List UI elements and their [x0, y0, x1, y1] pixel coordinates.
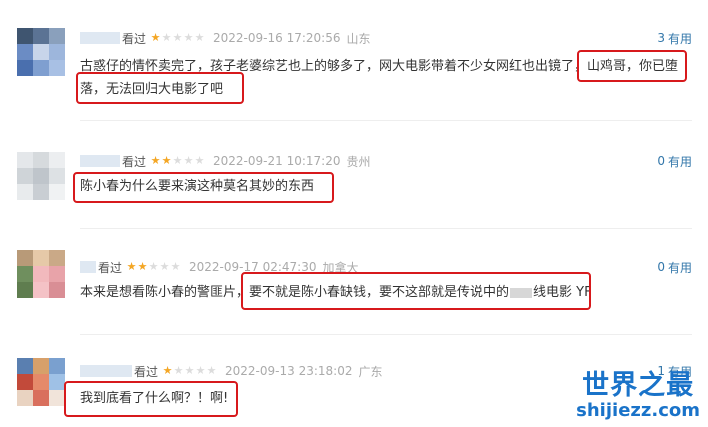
- star-empty-icon: ★: [184, 364, 195, 377]
- comment-meta: 看过 ★ ★ ★ ★ ★ 2022-09-13 23:18:02 广东: [80, 362, 382, 380]
- watermark-logo: 世界之最 shijiezz.com: [576, 371, 700, 421]
- watermark-en: shijiezz.com: [576, 400, 700, 421]
- username-blurred[interactable]: [80, 365, 132, 377]
- rating-stars: ★ ★ ★ ★ ★: [162, 365, 217, 377]
- watermark-cn: 世界之最: [582, 370, 695, 401]
- comment-4: 看过 ★ ★ ★ ★ ★ 2022-09-13 23:18:02 广东 1 有用 我到底…: [0, 0, 708, 427]
- highlight-box: [64, 381, 238, 417]
- watched-label: 看过: [134, 364, 159, 379]
- avatar[interactable]: [17, 358, 65, 406]
- star-empty-icon: ★: [206, 364, 217, 377]
- comment-location: 广东: [358, 364, 383, 379]
- star-empty-icon: ★: [173, 364, 184, 377]
- comment-time: 2022-09-13 23:18:02: [225, 364, 353, 378]
- star-filled-icon: ★: [162, 364, 173, 377]
- star-empty-icon: ★: [195, 364, 206, 377]
